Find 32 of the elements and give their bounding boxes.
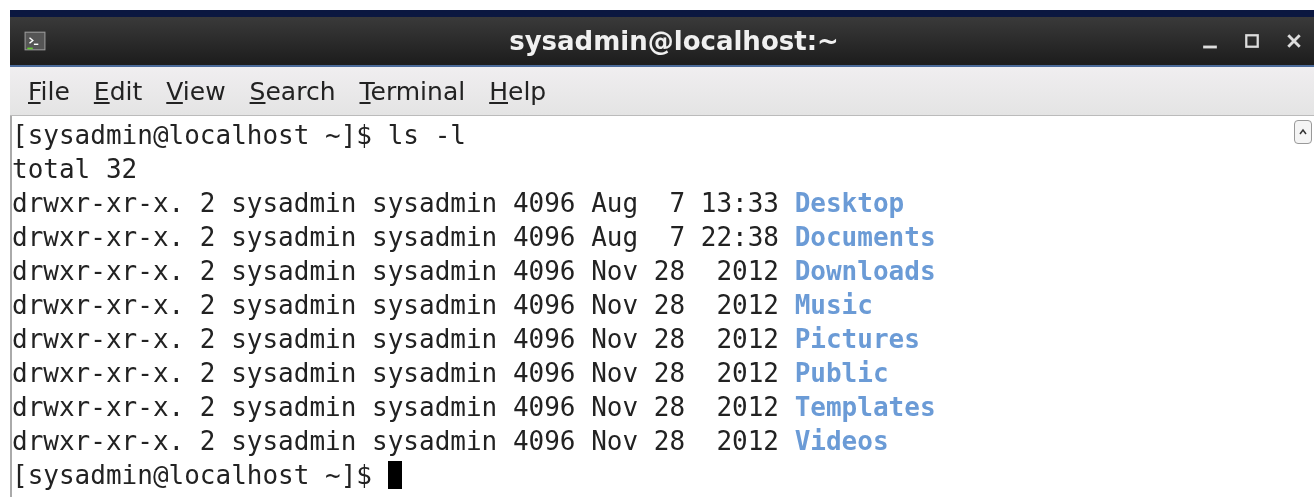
menu-item[interactable]: File — [28, 76, 70, 106]
directory-name: Videos — [794, 426, 889, 456]
file-details: drwxr-xr-x. 2 sysadmin sysadmin 4096 Nov 28 2012 — [12, 324, 779, 354]
terminal-icon — [24, 30, 46, 52]
directory-name: Pictures — [794, 324, 920, 354]
window-title: sysadmin@localhost:~ — [508, 26, 840, 56]
close-icon[interactable] — [1286, 33, 1302, 49]
menu-item[interactable]: Search — [249, 76, 336, 106]
scroll-up-icon[interactable] — [1298, 127, 1308, 137]
shell-prompt: [sysadmin@localhost ~]$ — [12, 120, 373, 150]
directory-name: Documents — [794, 222, 936, 252]
directory-name: Public — [794, 358, 889, 388]
menu-item[interactable]: Help — [489, 76, 547, 106]
directory-name: Music — [794, 290, 873, 320]
file-details: drwxr-xr-x. 2 sysadmin sysadmin 4096 Aug 7 13:33 — [12, 188, 779, 218]
menu-item[interactable]: Edit — [93, 76, 143, 106]
directory-name: Downloads — [794, 256, 936, 286]
file-details: drwxr-xr-x. 2 sysadmin sysadmin 4096 Nov 28 2012 — [12, 358, 779, 388]
maximize-icon[interactable] — [1244, 33, 1260, 49]
menu-item[interactable]: Terminal — [359, 76, 466, 106]
menu-item[interactable]: View — [166, 76, 226, 106]
command-text: ls -l — [387, 120, 466, 150]
directory-name: Templates — [794, 392, 936, 422]
file-details: drwxr-xr-x. 2 sysadmin sysadmin 4096 Nov 28 2012 — [12, 256, 779, 286]
scrollbar[interactable] — [1294, 120, 1312, 144]
file-details: drwxr-xr-x. 2 sysadmin sysadmin 4096 Nov 28 2012 — [12, 290, 779, 320]
file-details: drwxr-xr-x. 2 sysadmin sysadmin 4096 Aug 7 22:38 — [12, 222, 779, 252]
output-text: total 32 — [12, 154, 138, 184]
file-details: drwxr-xr-x. 2 sysadmin sysadmin 4096 Nov 28 2012 — [12, 426, 779, 456]
file-details: drwxr-xr-x. 2 sysadmin sysadmin 4096 Nov 28 2012 — [12, 392, 779, 422]
shell-prompt: [sysadmin@localhost ~]$ — [12, 460, 373, 490]
directory-name: Desktop — [794, 188, 905, 218]
